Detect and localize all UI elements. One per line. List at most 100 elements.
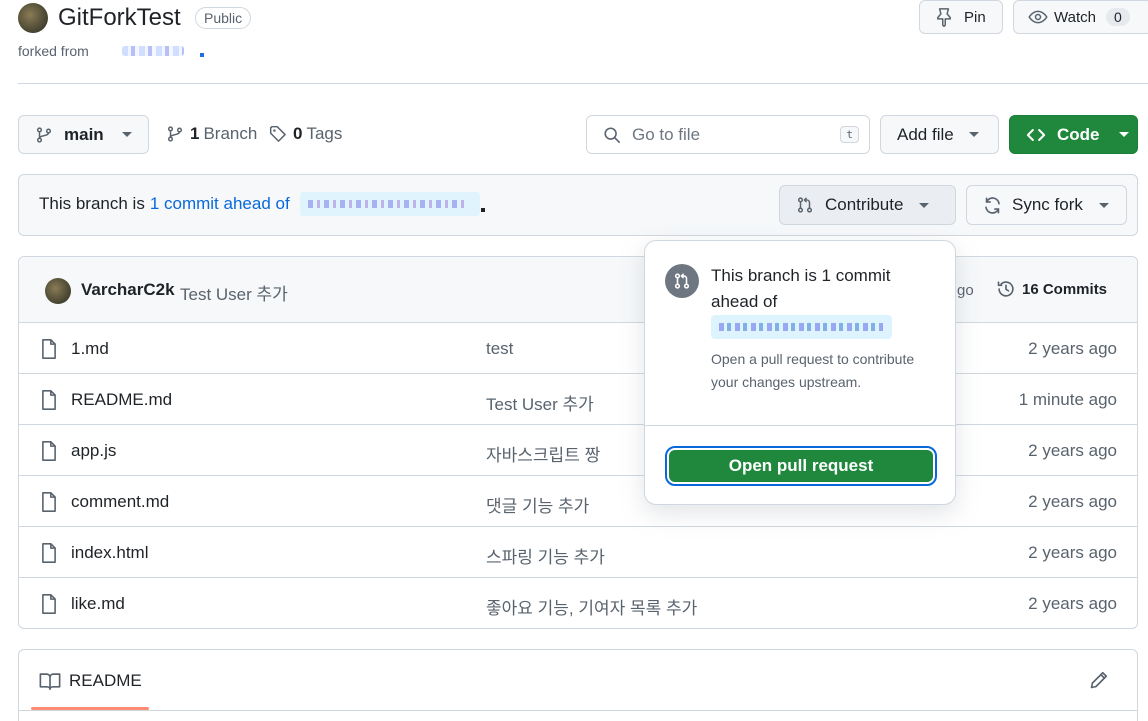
- popover-upstream-link[interactable]: [711, 315, 892, 339]
- file-name[interactable]: like.md: [71, 594, 125, 614]
- owner-avatar[interactable]: [18, 3, 48, 33]
- file-icon: [39, 491, 59, 513]
- commits-ahead-link[interactable]: 1 commit ahead of: [150, 194, 290, 214]
- go-to-file-input[interactable]: Go to file t: [586, 115, 870, 154]
- forked-from-label: forked from: [18, 43, 89, 59]
- pin-icon: [934, 7, 954, 27]
- forked-from-link[interactable]: [122, 46, 184, 56]
- file-name[interactable]: README.md: [71, 390, 172, 410]
- tags-link[interactable]: 0 Tags: [269, 124, 342, 144]
- file-icon: [39, 593, 59, 615]
- open-pull-request-button[interactable]: Open pull request: [665, 446, 937, 486]
- eye-icon: [1028, 7, 1048, 27]
- readme-tab-label: README: [69, 671, 142, 690]
- commit-time-fragment: go: [957, 282, 974, 299]
- file-commit-age: 2 years ago: [1028, 492, 1117, 511]
- history-icon: [996, 279, 1016, 299]
- chevron-down-icon: [1098, 202, 1109, 208]
- commits-history-link[interactable]: 16 Commits: [996, 279, 1107, 299]
- forked-from-dot: [200, 53, 204, 57]
- commits-count: 16 Commits: [1022, 280, 1108, 298]
- file-commit-message[interactable]: test: [486, 339, 513, 359]
- commit-message[interactable]: Test User 추가: [180, 280, 288, 305]
- file-commit-age: 2 years ago: [1028, 441, 1117, 460]
- file-name[interactable]: app.js: [71, 441, 116, 461]
- file-icon: [39, 389, 59, 411]
- sync-icon: [983, 196, 1002, 215]
- popover-description: Open a pull request to contribute your c…: [711, 348, 914, 394]
- file-name[interactable]: 1.md: [71, 339, 109, 359]
- sync-fork-label: Sync fork: [1012, 195, 1083, 214]
- tag-icon: [269, 125, 287, 143]
- file-commit-message[interactable]: 자바스크립트 짱: [486, 441, 600, 466]
- chevron-down-icon: [919, 202, 930, 208]
- file-row[interactable]: comment.md 댓글 기능 추가 2 years ago: [19, 476, 1137, 527]
- file-icon: [39, 542, 59, 564]
- file-name[interactable]: comment.md: [71, 492, 169, 512]
- sync-fork-button[interactable]: Sync fork: [966, 185, 1127, 225]
- file-commit-age: 2 years ago: [1028, 339, 1117, 358]
- popover-title: This branch is 1 commit ahead of: [711, 263, 891, 315]
- latest-commit-bar: VarcharC2k Test User 추가 go 16 Commits: [19, 257, 1137, 323]
- fork-status-prefix: This branch is: [39, 194, 145, 213]
- file-row[interactable]: like.md 좋아요 기능, 기여자 목록 추가 2 years ago: [19, 578, 1137, 628]
- file-commit-message[interactable]: Test User 추가: [486, 390, 594, 415]
- readme-panel: README: [18, 649, 1138, 721]
- code-label: Code: [1057, 124, 1100, 144]
- branch-icon: [166, 125, 184, 143]
- popover-description-line1: Open a pull request to contribute: [711, 351, 915, 367]
- file-commit-message[interactable]: 댓글 기능 추가: [486, 492, 589, 517]
- author-avatar[interactable]: [45, 278, 71, 304]
- watch-button[interactable]: Watch 0: [1013, 0, 1148, 34]
- file-name[interactable]: index.html: [71, 543, 148, 563]
- repo-title[interactable]: GitForkTest: [58, 4, 181, 32]
- popover-description-line2: your changes upstream.: [711, 374, 862, 390]
- popover-divider: [645, 425, 955, 426]
- file-rows: 1.md test 2 years ago README.md Test User 추가…: [19, 323, 1137, 628]
- watch-count: 0: [1105, 8, 1130, 26]
- tags-count: 0: [293, 124, 303, 143]
- pin-label: Pin: [964, 8, 986, 26]
- branch-select-button[interactable]: main: [18, 115, 149, 154]
- contribute-label: Contribute: [825, 195, 904, 214]
- pin-button[interactable]: Pin: [919, 0, 1003, 34]
- file-commit-age: 2 years ago: [1028, 594, 1117, 613]
- file-commit-message[interactable]: 좋아요 기능, 기여자 목록 추가: [486, 594, 697, 619]
- tags-label: Tags: [306, 124, 343, 143]
- watch-label: Watch: [1054, 8, 1096, 26]
- file-commit-message[interactable]: 스파링 기능 추가: [486, 543, 605, 568]
- file-list: VarcharC2k Test User 추가 go 16 Commits 1.…: [18, 256, 1138, 629]
- upstream-link-dot: [481, 208, 485, 212]
- popover-title-line1: This branch is 1 commit: [711, 266, 891, 285]
- file-row[interactable]: app.js 자바스크립트 짱 2 years ago: [19, 425, 1137, 476]
- file-icon: [39, 440, 59, 462]
- file-commit-age: 2 years ago: [1028, 543, 1117, 562]
- commit-author[interactable]: VarcharC2k: [81, 280, 175, 300]
- search-shortcut-key: t: [840, 126, 859, 143]
- chevron-down-icon: [968, 132, 979, 137]
- branch-icon: [35, 126, 53, 144]
- code-icon: [1026, 125, 1046, 145]
- pull-request-icon: [665, 264, 699, 298]
- code-button[interactable]: Code: [1009, 115, 1138, 154]
- file-row[interactable]: 1.md test 2 years ago: [19, 323, 1137, 374]
- pencil-icon[interactable]: [1089, 670, 1109, 690]
- branches-link[interactable]: 1 Branch: [166, 124, 257, 144]
- readme-tab[interactable]: README: [39, 670, 142, 692]
- book-icon: [39, 670, 61, 692]
- add-file-button[interactable]: Add file: [880, 115, 999, 154]
- file-commit-age: 1 minute ago: [1018, 390, 1117, 409]
- visibility-badge: Public: [195, 7, 252, 29]
- search-icon: [603, 126, 621, 144]
- contribute-button[interactable]: Contribute: [779, 185, 956, 225]
- header-divider: [18, 83, 1148, 84]
- fork-status-text: This branch is 1 commit ahead of: [39, 194, 290, 214]
- file-row[interactable]: README.md Test User 추가 1 minute ago: [19, 374, 1137, 425]
- branches-count: 1: [190, 124, 200, 143]
- add-file-label: Add file: [897, 124, 954, 144]
- file-row[interactable]: index.html 스파링 기능 추가 2 years ago: [19, 527, 1137, 578]
- branches-label: Branch: [203, 124, 258, 143]
- search-placeholder: Go to file: [632, 124, 701, 144]
- popover-title-line2: ahead of: [711, 292, 778, 311]
- upstream-link[interactable]: [300, 192, 480, 216]
